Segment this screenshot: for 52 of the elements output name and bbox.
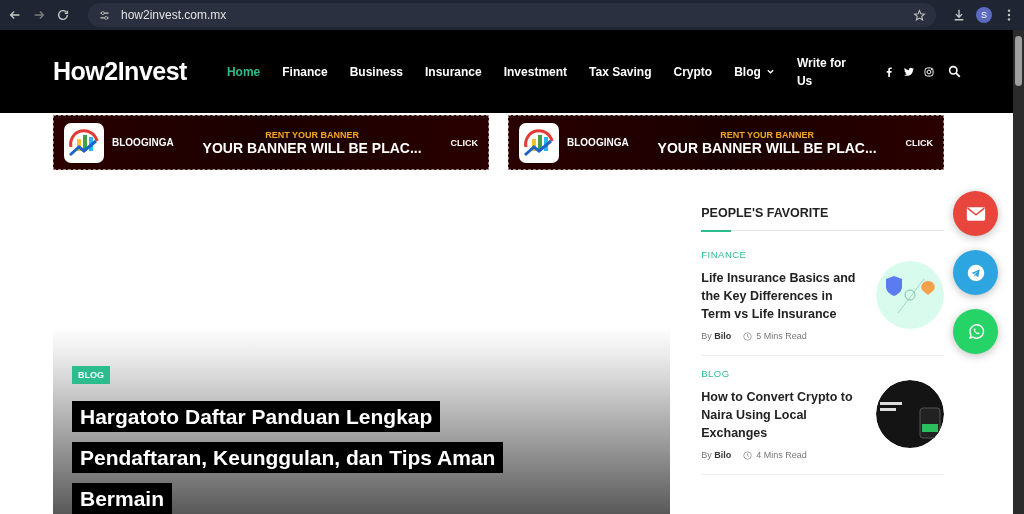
- banner-kicker: RENT YOUR BANNER: [265, 129, 359, 140]
- nav-link[interactable]: Finance: [282, 62, 328, 81]
- envelope-icon: [965, 204, 986, 223]
- chart-logo-icon: [64, 122, 104, 163]
- search-icon[interactable]: [948, 65, 961, 78]
- reload-icon[interactable]: [56, 8, 70, 22]
- nav-link[interactable]: Tax Saving: [589, 62, 652, 81]
- post-author: By Bilo: [701, 331, 732, 341]
- banner-brand: BLOOGINGA: [112, 137, 174, 148]
- banner-headline: YOUR BANNER WILL BE PLAC...: [657, 139, 877, 156]
- banner-brand: BLOOGINGA: [567, 137, 629, 148]
- share-button[interactable]: [953, 191, 998, 236]
- chart-logo-icon: [519, 122, 559, 163]
- caret-icon: [765, 67, 775, 76]
- facebook-icon[interactable]: [884, 66, 894, 77]
- banner-action: CLICK: [450, 137, 478, 148]
- post-author: By Bilo: [701, 450, 732, 460]
- read-time: 4 Mins Read: [756, 450, 807, 460]
- comparison-graphic-thumbnail[interactable]: [876, 261, 944, 329]
- app-screen-thumbnail[interactable]: [876, 380, 944, 448]
- nav-link[interactable]: Investment: [503, 62, 568, 81]
- instagram-icon[interactable]: [924, 66, 934, 77]
- bookmark-star-icon[interactable]: [913, 8, 926, 22]
- back-icon[interactable]: [8, 8, 22, 22]
- section-heading: PEOPLE'S FAVORITE: [701, 206, 830, 220]
- nav-link[interactable]: Business: [349, 62, 403, 81]
- banner-action: CLICK: [905, 137, 933, 148]
- post-title[interactable]: How to Convert Crypto to Naira Using Local Exchanges: [701, 388, 862, 442]
- ad-banner[interactable]: BLOOGINGA RENT YOUR BANNER YOUR BANNER WILL BE PLAC... CLICK: [508, 115, 944, 170]
- banner-headline: YOUR BANNER WILL BE PLAC...: [202, 139, 422, 156]
- address-bar[interactable]: how2invest.com.mx: [88, 3, 936, 27]
- post-title[interactable]: Life Insurance Basics and the Key Differences in Term vs Life Insurance: [701, 269, 862, 323]
- nav-link[interactable]: Insurance: [425, 62, 482, 81]
- twitter-icon[interactable]: [904, 66, 914, 77]
- scrollbar[interactable]: [1013, 30, 1024, 514]
- nav-link[interactable]: Write for Us: [796, 53, 863, 90]
- url-text: how2invest.com.mx: [121, 8, 228, 22]
- forward-icon[interactable]: [32, 8, 46, 22]
- site-settings-icon[interactable]: [98, 8, 111, 22]
- nav-link[interactable]: Blog: [734, 62, 775, 81]
- clock-icon: [743, 450, 753, 460]
- read-time: 5 Mins Read: [756, 331, 807, 341]
- banner-kicker: RENT YOUR BANNER: [720, 129, 814, 140]
- nav-link[interactable]: Crypto: [673, 62, 713, 81]
- site-logo[interactable]: How2Invest: [53, 57, 187, 86]
- nav-link[interactable]: Home: [226, 62, 261, 81]
- profile-avatar[interactable]: S: [976, 7, 992, 23]
- download-icon[interactable]: [952, 8, 966, 22]
- ad-banner[interactable]: BLOOGINGA RENT YOUR BANNER YOUR BANNER WILL BE PLAC... CLICK: [53, 115, 489, 170]
- clock-icon: [743, 331, 753, 341]
- paper-plane-icon: [965, 263, 986, 282]
- share-button[interactable]: [953, 250, 998, 295]
